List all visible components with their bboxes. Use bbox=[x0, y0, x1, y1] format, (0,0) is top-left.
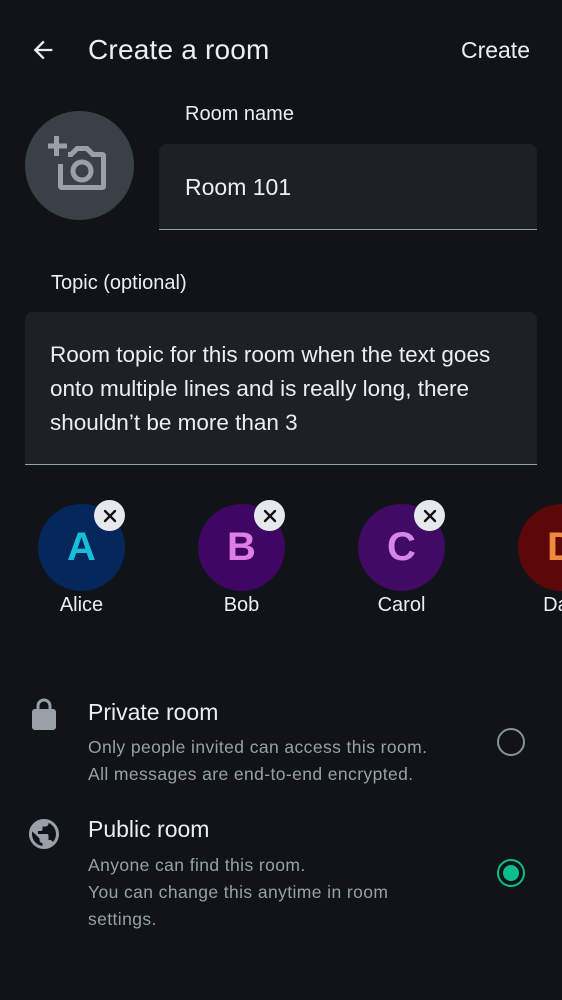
close-icon bbox=[103, 509, 116, 522]
user-chip-bob: B Bob bbox=[198, 500, 308, 625]
user-chip-alice: A Alice bbox=[38, 500, 148, 625]
private-room-title: Private room bbox=[88, 699, 219, 725]
avatar: D bbox=[518, 504, 562, 591]
room-name-field[interactable]: Room 101 bbox=[159, 144, 537, 230]
selected-users-row: A Alice B Bob C Carol D D bbox=[0, 500, 562, 630]
topic-value: Room topic for this room when the text g… bbox=[50, 342, 491, 435]
public-room-description: Anyone can find this room. You can chang… bbox=[88, 855, 389, 929]
public-room-radio[interactable] bbox=[497, 859, 525, 887]
globe-icon bbox=[29, 819, 59, 849]
lock-icon bbox=[32, 698, 56, 730]
room-name-value: Room 101 bbox=[185, 174, 292, 200]
page-title: Create a room bbox=[88, 34, 270, 65]
user-name: Alice bbox=[59, 594, 104, 616]
arrow-left-icon bbox=[33, 40, 53, 60]
room-avatar-picker[interactable] bbox=[25, 111, 134, 220]
private-room-radio[interactable] bbox=[497, 728, 525, 756]
topic-field[interactable]: Room topic for this room when the text g… bbox=[25, 312, 537, 465]
user-chip-carol: C Carol bbox=[358, 500, 468, 625]
private-room-option[interactable]: Private room Only people invited can acc… bbox=[0, 697, 562, 792]
private-room-description: Only people invited can access this room… bbox=[88, 737, 428, 784]
add-photo-icon bbox=[47, 135, 106, 190]
remove-user-button[interactable] bbox=[94, 500, 125, 531]
close-icon bbox=[423, 509, 436, 522]
back-button[interactable] bbox=[23, 30, 63, 70]
topic-label: Topic (optional) bbox=[51, 272, 187, 294]
close-icon bbox=[263, 509, 276, 522]
remove-user-button[interactable] bbox=[414, 500, 445, 531]
create-button[interactable]: Create bbox=[461, 30, 530, 70]
room-name-label: Room name bbox=[185, 103, 294, 125]
user-name: Bob bbox=[223, 594, 260, 616]
user-name: Dan bbox=[543, 594, 562, 616]
remove-user-button[interactable] bbox=[254, 500, 285, 531]
radio-selected-dot bbox=[503, 865, 519, 881]
top-app-bar: Create a room Create bbox=[0, 0, 562, 100]
public-room-option[interactable]: Public room Anyone can find this room. Y… bbox=[0, 814, 562, 934]
public-room-title: Public room bbox=[88, 816, 210, 842]
create-room-screen: Create a room Create Room name Room 101 … bbox=[0, 0, 562, 1000]
user-chip-dan: D Dan bbox=[518, 500, 562, 625]
user-name: Carol bbox=[377, 594, 426, 616]
